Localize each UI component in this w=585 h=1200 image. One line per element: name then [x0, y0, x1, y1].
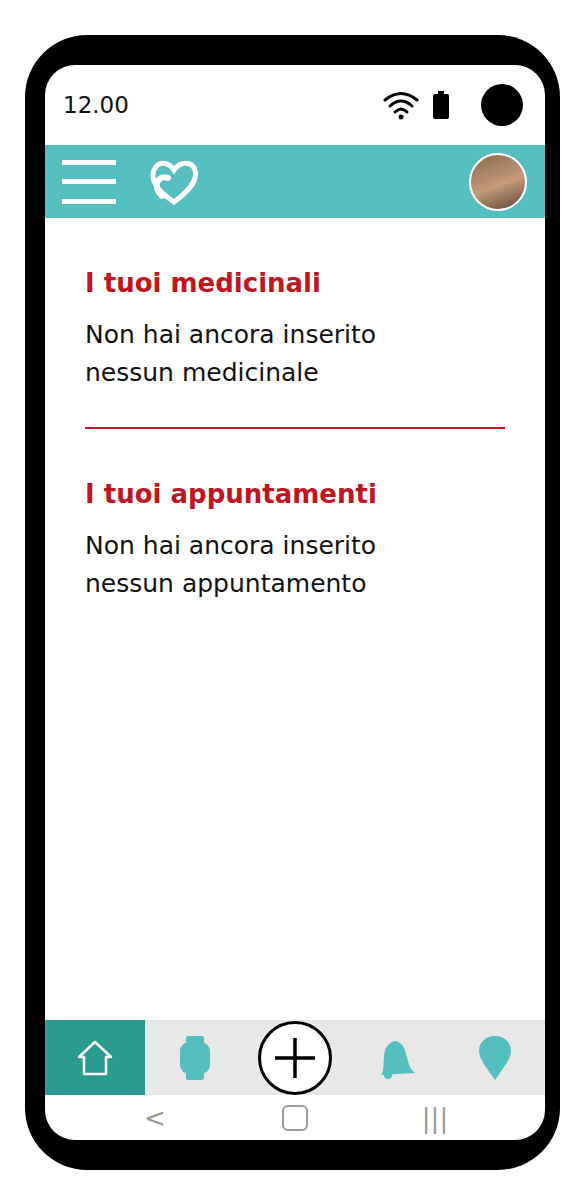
nav-home-button[interactable] — [45, 1020, 145, 1095]
nav-bell-button[interactable] — [345, 1020, 445, 1095]
app-header — [45, 145, 545, 218]
page: 12.00 I tuoi medicinali Non hai ancora ins… — [0, 0, 585, 1200]
home-icon — [75, 1038, 115, 1078]
plus-icon — [273, 1036, 317, 1080]
menu-line — [62, 179, 116, 184]
wifi-icon — [383, 90, 419, 120]
menu-line — [62, 160, 116, 165]
empty-text: Non hai ancora inserito nessun medicinal… — [85, 316, 425, 391]
section-title: I tuoi appuntamenti — [85, 479, 505, 509]
home-content: I tuoi medicinali Non hai ancora inserito… — [45, 218, 545, 1020]
nav-watch-button[interactable] — [145, 1020, 245, 1095]
bottom-nav — [45, 1020, 545, 1095]
phone-frame: 12.00 I tuoi medicinali Non hai ancora ins… — [25, 35, 560, 1170]
phone-screen: 12.00 I tuoi medicinali Non hai ancora ins… — [45, 65, 545, 1140]
content-section: I tuoi appuntamenti Non hai ancora inseri… — [85, 479, 505, 602]
nav-add-button[interactable] — [245, 1020, 345, 1095]
status-time: 12.00 — [63, 92, 129, 118]
battery-icon — [433, 91, 449, 119]
system-back-button[interactable]: < — [85, 1103, 225, 1133]
section-divider — [85, 427, 505, 429]
nav-location-button[interactable] — [445, 1020, 545, 1095]
menu-line — [62, 199, 116, 204]
system-back-label: < — [144, 1103, 166, 1133]
status-icons — [383, 84, 523, 126]
system-home-button[interactable] — [225, 1105, 365, 1131]
camera-icon — [481, 84, 523, 126]
heart-logo-icon — [148, 156, 200, 208]
user-avatar[interactable] — [469, 153, 527, 211]
watch-icon — [178, 1036, 212, 1080]
add-circle — [258, 1021, 332, 1095]
status-bar: 12.00 — [45, 65, 545, 145]
bell-icon — [375, 1037, 415, 1079]
menu-button[interactable] — [62, 160, 116, 204]
content-section: I tuoi medicinali Non hai ancora inserito… — [85, 268, 505, 391]
empty-text: Non hai ancora inserito nessun appuntame… — [85, 527, 425, 602]
section-title: I tuoi medicinali — [85, 268, 505, 298]
system-home-icon — [282, 1105, 308, 1131]
system-nav-bar: < ||| — [45, 1095, 545, 1140]
system-recents-button[interactable]: ||| — [365, 1103, 505, 1133]
system-recents-label: ||| — [422, 1103, 448, 1133]
location-pin-icon — [479, 1036, 511, 1080]
